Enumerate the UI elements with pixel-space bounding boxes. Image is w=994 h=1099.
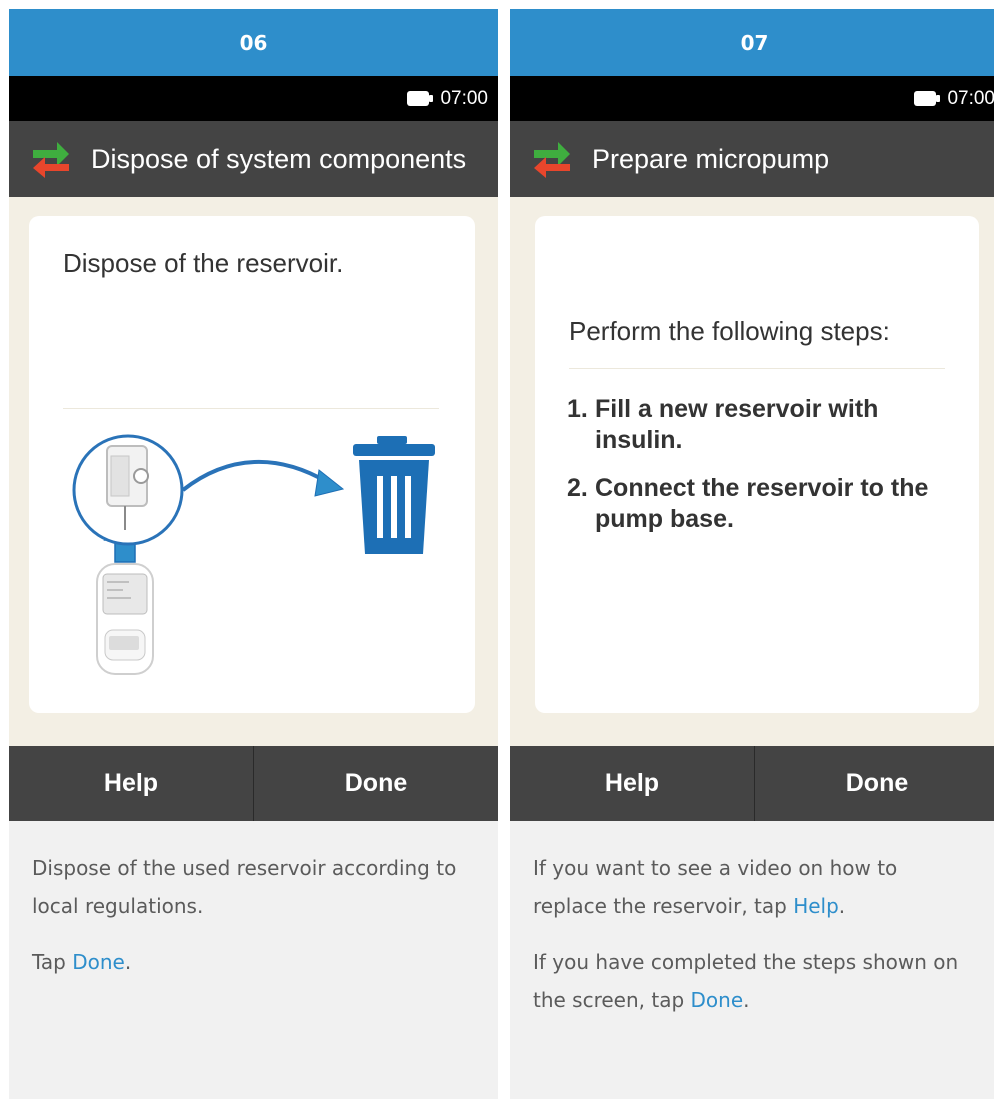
step-number-header: 07: [510, 9, 994, 76]
instruction-paragraph: Tap Done.: [32, 943, 476, 981]
pump-reservoir-icon: [72, 434, 184, 675]
step-panel-07: 07 07:00 Prepare micropump Perform the f…: [510, 9, 994, 1099]
instruction-text: Tap: [32, 950, 73, 974]
device-screen: 07:00 Prepare micropump Perform the foll…: [510, 76, 994, 821]
screen-title: Prepare micropump: [592, 143, 830, 174]
content-card: Dispose of the reservoir.: [29, 216, 475, 713]
instruction-paragraph: If you have completed the steps shown on…: [533, 943, 977, 1019]
screen-title-bar: Dispose of system components: [9, 121, 498, 197]
instruction-text: .: [838, 894, 846, 918]
done-button[interactable]: Done: [755, 746, 994, 821]
card-heading: Perform the following steps:: [569, 316, 890, 346]
instruction-text: .: [124, 950, 132, 974]
step-number-header: 06: [9, 9, 498, 76]
screen-title-bar: Prepare micropump: [510, 121, 994, 197]
status-time: 07:00: [440, 87, 488, 109]
battery-icon: [407, 91, 434, 106]
dispose-illustration: [72, 434, 435, 675]
card-divider: [63, 408, 439, 409]
instructions: Dispose of the used reservoir according …: [9, 821, 498, 999]
help-button[interactable]: Help: [510, 746, 754, 821]
battery-icon: [914, 91, 941, 106]
instructions: If you want to see a video on how to rep…: [510, 821, 994, 1037]
screen-title: Dispose of system components: [91, 143, 467, 174]
swap-arrows-icon: [534, 142, 570, 178]
button-bar: Help Done: [9, 746, 498, 821]
step-panel-06: 06 07:00 Dispose of system components Di…: [9, 9, 498, 1099]
instruction-text: .: [743, 988, 750, 1012]
swap-arrows-icon: [33, 142, 69, 178]
status-bar: 07:00: [510, 76, 994, 121]
done-link[interactable]: Done: [72, 950, 125, 974]
card-divider: [569, 368, 945, 369]
step-number: 2.: [567, 474, 588, 502]
step-text: Connect the reservoir to the pump base.: [595, 474, 929, 533]
help-link[interactable]: Help: [793, 894, 839, 918]
list-item: 1. Fill a new reservoir with insulin.: [567, 394, 957, 456]
step-text: Fill a new reservoir with insulin.: [595, 395, 879, 454]
device-screen: 07:00 Dispose of system components Dispo…: [9, 76, 498, 821]
steps-list: 1. Fill a new reservoir with insulin. 2.…: [567, 394, 957, 552]
instruction-paragraph: If you want to see a video on how to rep…: [533, 849, 977, 925]
status-time: 07:00: [947, 87, 994, 109]
done-link[interactable]: Done: [691, 988, 744, 1012]
arrow-icon: [181, 459, 329, 492]
card-heading: Dispose of the reservoir.: [63, 248, 344, 278]
button-bar: Help Done: [510, 746, 994, 821]
list-item: 2. Connect the reservoir to the pump bas…: [567, 473, 957, 535]
help-button[interactable]: Help: [9, 746, 253, 821]
instruction-paragraph: Dispose of the used reservoir according …: [32, 856, 457, 918]
step-number: 1.: [567, 395, 588, 423]
trash-bin-icon: [353, 436, 435, 554]
done-button[interactable]: Done: [254, 746, 498, 821]
content-card: Perform the following steps: 1. Fill a n…: [535, 216, 979, 713]
status-bar: 07:00: [9, 76, 498, 121]
